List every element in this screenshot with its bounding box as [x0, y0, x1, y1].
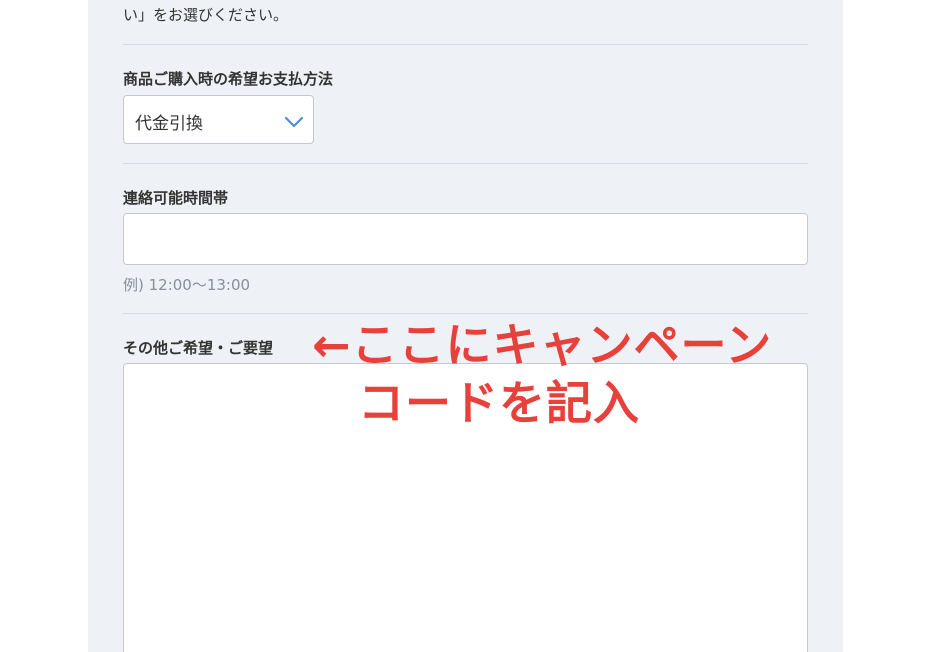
payment-method-selected-value: 代金引換: [135, 114, 203, 134]
payment-method-label: 商品ご購入時の希望お支払方法: [123, 70, 334, 88]
chevron-down-icon: [284, 114, 304, 128]
page: い」をお選びください。 商品ご購入時の希望お支払方法 代金引換 連絡可能時間帯 …: [0, 0, 930, 652]
intro-text: い」をお選びください。: [123, 6, 289, 24]
annotation-line2: コードを記入: [358, 376, 640, 430]
divider: [123, 313, 808, 314]
divider: [123, 163, 808, 164]
payment-method-select[interactable]: 代金引換: [123, 95, 314, 144]
contact-time-hint: 例) 12:00〜13:00: [123, 276, 251, 294]
contact-time-input[interactable]: [123, 213, 808, 265]
annotation-line1: ←ここにキャンペーン: [312, 318, 773, 372]
contact-time-label: 連絡可能時間帯: [123, 189, 229, 207]
divider: [123, 44, 808, 45]
requests-label: その他ご希望・ご要望: [123, 339, 274, 357]
